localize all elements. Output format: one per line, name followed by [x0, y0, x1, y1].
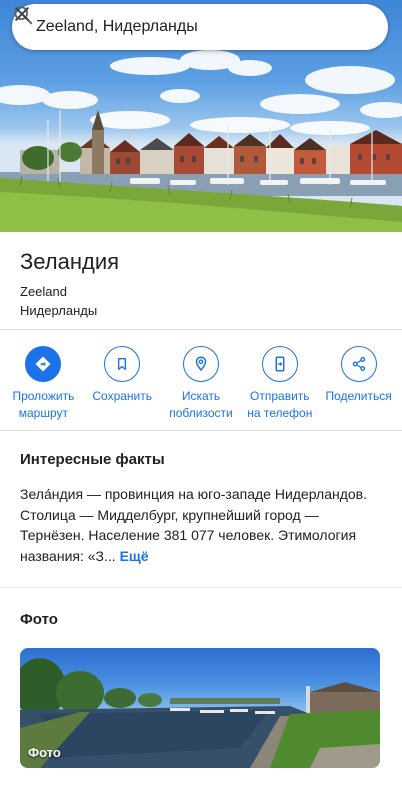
search-bar[interactable]: Zeeland, Нидерланды	[12, 4, 388, 50]
nearby-button[interactable]: Искать поблизости	[163, 346, 239, 422]
place-country: Нидерланды	[20, 303, 98, 318]
directions-label: Проложить маршрут	[12, 389, 75, 420]
place-header: Зеландия Zeeland Нидерланды	[20, 248, 380, 320]
place-subtitle: Zeeland Нидерланды	[20, 282, 380, 320]
search-icon[interactable]	[14, 6, 330, 47]
more-link[interactable]: Ещё	[120, 548, 149, 564]
place-title: Зеландия	[20, 249, 120, 274]
section-divider	[0, 587, 402, 597]
bookmark-icon	[104, 346, 141, 382]
send-to-phone-icon	[261, 346, 298, 382]
nearby-label: Искать поблизости	[169, 389, 233, 420]
photos-heading: Фото	[20, 611, 58, 628]
nearby-icon	[182, 346, 219, 382]
facts-heading: Интересные факты	[20, 451, 165, 468]
divider	[0, 329, 402, 330]
send-to-phone-label: Отправить на телефон	[247, 389, 313, 420]
search-input[interactable]: Zeeland, Нидерланды	[36, 18, 290, 36]
directions-button[interactable]: Проложить маршрут	[5, 346, 81, 422]
share-button[interactable]: Поделиться	[321, 346, 397, 422]
divider	[0, 430, 402, 431]
close-icon[interactable]	[15, 7, 378, 47]
save-button[interactable]: Сохранить	[84, 346, 160, 422]
facts-description: Зела́ндия — провинция на юго-западе Ниде…	[20, 484, 382, 566]
place-local-name: Zeeland	[20, 284, 67, 299]
action-bar: Проложить маршрут Сохранить Искать поблизо…	[0, 346, 402, 422]
directions-icon	[25, 346, 62, 382]
lake-photo-illustration	[20, 658, 380, 768]
share-label: Поделиться	[325, 389, 392, 403]
save-label: Сохранить	[92, 389, 152, 403]
share-icon	[340, 346, 377, 382]
hero-photo[interactable]: Zeeland, Нидерланды	[0, 0, 402, 232]
photo-caption: Фото	[28, 745, 61, 760]
photo-thumbnail[interactable]: Фото	[20, 648, 380, 768]
send-to-phone-button[interactable]: Отправить на телефон	[242, 346, 318, 422]
facts-text: Зела́ндия — провинция на юго-западе Ниде…	[20, 486, 367, 564]
